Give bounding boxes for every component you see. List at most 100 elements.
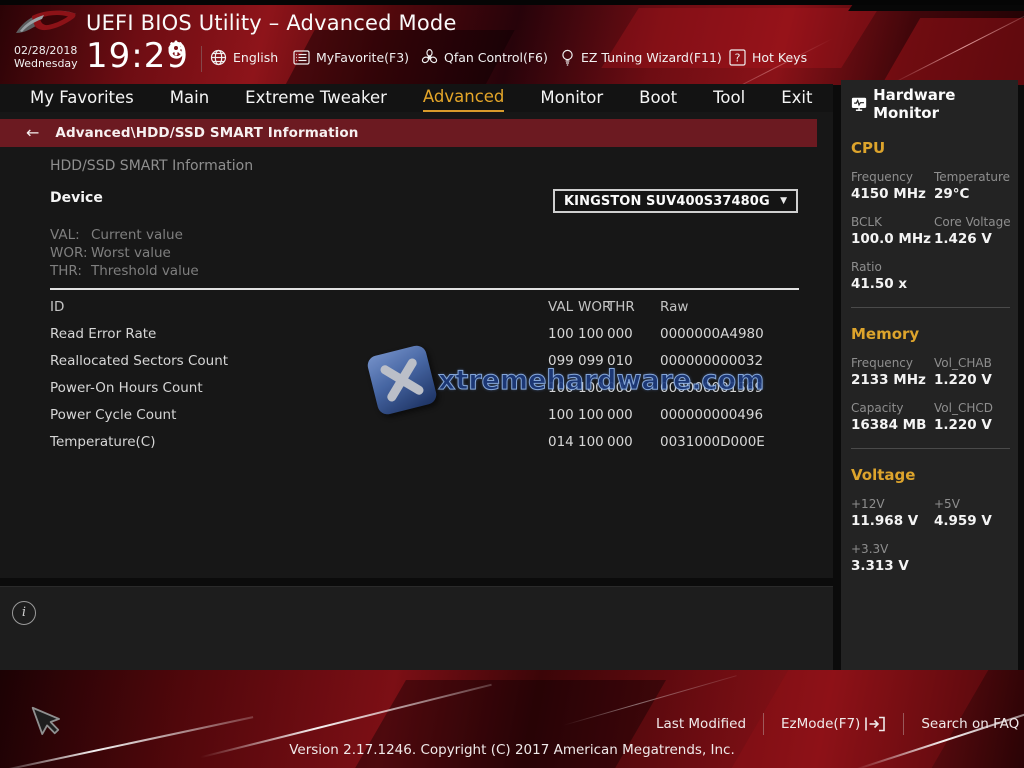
stat-label: Temperature: [934, 170, 1011, 184]
tab-tool[interactable]: Tool: [713, 85, 745, 111]
table-row: Temperature(C) 014 100 000 0031000D000E: [0, 429, 833, 456]
hardware-monitor-title: Hardware Monitor: [873, 86, 956, 122]
legend-line: WOR: Worst value: [50, 244, 199, 262]
search-on-faq-button[interactable]: Search on FAQ: [921, 716, 1019, 732]
tab-exit[interactable]: Exit: [781, 85, 812, 111]
stat-label: Capacity: [851, 401, 904, 415]
stat-label: Frequency: [851, 356, 913, 370]
tab-main[interactable]: Main: [170, 85, 209, 111]
voltage-section-heading: Voltage: [851, 466, 916, 484]
date-value: 02/28/2018: [14, 44, 78, 57]
table-row: Reallocated Sectors Count 099 099 010 00…: [0, 348, 833, 375]
cell-val: 014: [548, 434, 574, 450]
header-separator: [201, 46, 202, 72]
device-label: Device: [50, 190, 103, 206]
qfan-control-button[interactable]: Qfan Control(F6): [421, 44, 548, 70]
stat-value: 16384 MB: [851, 417, 927, 433]
globe-icon: [210, 49, 227, 65]
cell-wor: 100: [578, 326, 604, 342]
cell-id: Reallocated Sectors Count: [50, 353, 229, 369]
version-text: Version 2.17.1246. Copyright (C) 2017 Am…: [289, 742, 735, 758]
cpu-section-heading: CPU: [851, 139, 886, 157]
legend-value: Current value: [91, 227, 183, 243]
qfan-label: Qfan Control(F6): [444, 49, 548, 65]
stat-label: +3.3V: [851, 542, 889, 556]
tab-monitor[interactable]: Monitor: [540, 85, 603, 111]
legend-line: VAL: Current value: [50, 226, 199, 244]
col-header-raw: Raw: [660, 299, 689, 315]
table-row: Power Cycle Count 100 100 000 0000000004…: [0, 402, 833, 429]
stat-value-empty: [934, 276, 1011, 292]
tab-boot[interactable]: Boot: [639, 85, 677, 111]
cell-thr: 000: [607, 407, 633, 423]
cell-raw: 0031000D000E: [660, 434, 765, 450]
col-header-val: VAL: [548, 299, 574, 315]
col-header-id: ID: [50, 299, 65, 315]
uefi-bios-screen: { "header": { "title": "UEFI BIOS Utilit…: [0, 0, 1024, 768]
tab-my-favorites[interactable]: My Favorites: [30, 85, 134, 111]
stat-label: Vol_CHCD: [934, 401, 993, 415]
cell-val: 100: [548, 407, 574, 423]
stat-value: 11.968 V: [851, 513, 919, 529]
cpu-section: Frequency Temperature 4150 MHz 29°C BCLK…: [851, 157, 1011, 292]
stat-value: 1.220 V: [934, 372, 992, 388]
memory-section-heading: Memory: [851, 325, 920, 343]
ezmode-button[interactable]: EzMode(F7): [781, 716, 886, 732]
legend-key: VAL:: [50, 227, 80, 243]
device-selected-value: KINGSTON SUV400S37480G: [564, 193, 770, 209]
clock-settings-gear-icon[interactable]: [168, 40, 184, 56]
tab-advanced[interactable]: Advanced: [422, 84, 505, 112]
cell-raw: 000000000496: [660, 407, 764, 423]
cell-raw: 000000000032: [660, 353, 764, 369]
cell-id: Read Error Rate: [50, 326, 157, 342]
cell-thr: 000: [607, 434, 633, 450]
stat-value: 41.50 x: [851, 276, 908, 292]
bottom-banner: Last Modified EzMode(F7) Search on FAQ V…: [0, 670, 1024, 768]
bulb-icon: [562, 49, 573, 66]
chevron-down-icon: ▼: [780, 196, 787, 206]
tab-extreme-tweaker[interactable]: Extreme Tweaker: [245, 85, 387, 111]
stat-label: Frequency: [851, 170, 913, 184]
back-arrow-icon[interactable]: ←: [26, 125, 39, 141]
hot-keys-button[interactable]: ? Hot Keys: [729, 44, 807, 70]
memory-section: Frequency Vol_CHAB 2133 MHz 1.220 V Capa…: [851, 343, 1010, 433]
cell-wor: 100: [578, 380, 604, 396]
last-modified-label: Last Modified: [656, 716, 747, 732]
device-dropdown[interactable]: KINGSTON SUV400S37480G ▼: [553, 189, 798, 213]
cell-thr: 000: [607, 380, 633, 396]
stat-value: 4150 MHz: [851, 186, 926, 202]
main-menu-bar: My Favorites Main Extreme Tweaker Advanc…: [0, 84, 833, 112]
section-title: HDD/SSD SMART Information: [50, 158, 254, 174]
language-button[interactable]: English: [210, 44, 278, 70]
favorites-icon: [293, 49, 310, 65]
stat-value: 29°C: [934, 186, 970, 202]
stat-label: Vol_CHAB: [934, 356, 992, 370]
sidebar-divider: [851, 307, 1010, 308]
myfavorite-button[interactable]: MyFavorite(F3): [293, 44, 409, 70]
cell-wor: 100: [578, 434, 604, 450]
ez-tuning-wizard-button[interactable]: EZ Tuning Wizard(F11): [560, 44, 722, 70]
ezmode-label: EzMode(F7): [781, 716, 861, 732]
breadcrumb: Advanced\HDD/SSD SMART Information: [55, 125, 359, 141]
cell-id: Power Cycle Count: [50, 407, 177, 423]
mouse-cursor-icon: [31, 706, 60, 735]
myfavorite-label: MyFavorite(F3): [316, 49, 410, 65]
cell-val: 099: [548, 353, 574, 369]
hot-keys-label: Hot Keys: [752, 49, 808, 65]
language-label: English: [233, 49, 279, 65]
table-top-divider: [50, 288, 799, 290]
footer-actions: Last Modified EzMode(F7) Search on FAQ: [656, 712, 1019, 736]
stat-value: 100.0 MHz: [851, 231, 931, 247]
footer-separator: [763, 713, 765, 735]
stat-label: +12V: [851, 497, 885, 511]
last-modified-button[interactable]: Last Modified: [656, 716, 746, 732]
ez-tuning-label: EZ Tuning Wizard(F11): [581, 49, 722, 65]
svg-text:?: ?: [735, 51, 741, 64]
cell-raw: 000000001569: [660, 380, 764, 396]
voltage-section: +12V +5V 11.968 V 4.959 V +3.3V 3.313 V: [851, 484, 1010, 574]
stat-value-empty: [934, 558, 1010, 574]
fan-icon: [421, 48, 438, 63]
info-icon: i: [12, 601, 36, 625]
hardware-monitor-panel: Hardware Monitor CPU Frequency Temperatu…: [841, 80, 1018, 690]
stat-label: +5V: [934, 497, 960, 511]
